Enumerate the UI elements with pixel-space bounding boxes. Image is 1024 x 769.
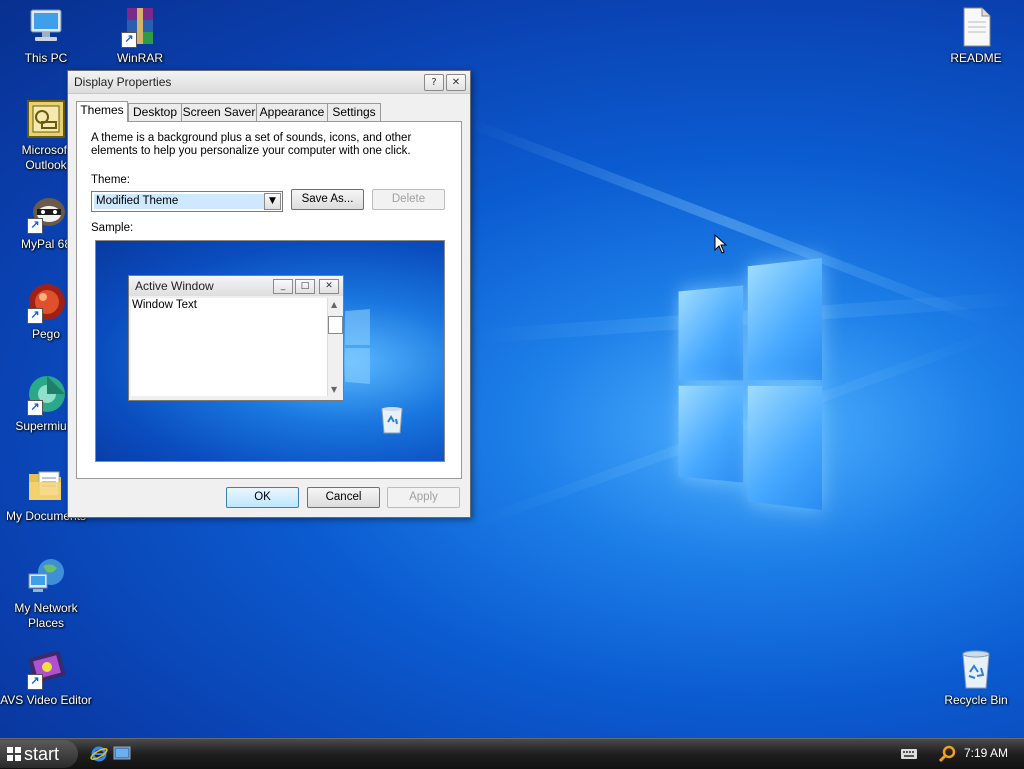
- icon-label: AVS Video Editor: [0, 693, 92, 707]
- recycle-bin-icon: [381, 407, 403, 434]
- delete-button[interactable]: Delete: [372, 189, 445, 210]
- computer-icon: [25, 6, 67, 48]
- save-as-button[interactable]: Save As...: [291, 189, 364, 210]
- ok-button[interactable]: OK: [226, 487, 299, 508]
- sample-active-window: Active Window _ □ ✕ Window Text ▲ ▼: [128, 275, 344, 401]
- minimize-icon: _: [273, 279, 293, 294]
- windows-logo-wallpaper: [678, 258, 822, 510]
- sample-window-text: Window Text: [132, 299, 197, 311]
- show-desktop-icon[interactable]: [113, 746, 131, 762]
- desktop-icon-avs-video-editor[interactable]: ↗ AVS Video Editor: [0, 648, 92, 708]
- close-icon: ✕: [319, 279, 339, 294]
- chevron-down-icon[interactable]: ▼: [264, 193, 281, 210]
- theme-dropdown[interactable]: Modified Theme ▼: [91, 191, 283, 212]
- outlook-icon: [25, 98, 67, 140]
- tab-screen-saver[interactable]: Screen Saver: [181, 103, 257, 121]
- themes-tab-panel: A theme is a background plus a set of so…: [76, 121, 462, 479]
- icon-label: Recycle Bin: [944, 693, 1008, 707]
- winrar-icon: ↗: [119, 6, 161, 48]
- theme-description: A theme is a background plus a set of so…: [91, 132, 412, 157]
- search-icon[interactable]: [938, 745, 956, 763]
- desktop-icon-readme[interactable]: README: [930, 6, 1022, 66]
- desktop-icon-recycle-bin[interactable]: Recycle Bin: [930, 648, 1022, 708]
- text-file-icon: [955, 6, 997, 48]
- supermium-icon: ↗: [25, 374, 67, 416]
- theme-dropdown-value: Modified Theme: [94, 194, 264, 209]
- desktop-icon-winrar[interactable]: ↗ WinRAR: [94, 6, 186, 66]
- desktop-icon-this-pc[interactable]: This PC: [0, 6, 92, 66]
- sample-scrollbar: ▲ ▼: [327, 298, 343, 396]
- tab-themes[interactable]: Themes: [76, 101, 128, 122]
- close-button[interactable]: ✕: [446, 74, 466, 91]
- desktop-icon-network-places[interactable]: My Network Places: [0, 556, 92, 631]
- help-button[interactable]: ?: [424, 74, 444, 91]
- tab-appearance[interactable]: Appearance: [256, 103, 328, 121]
- mouse-cursor-icon: [714, 234, 728, 254]
- dialog-titlebar[interactable]: Display Properties ? ✕: [68, 71, 470, 94]
- system-clock[interactable]: 7:19 AM: [964, 746, 1008, 760]
- video-editor-icon: ↗: [25, 648, 67, 690]
- start-label: start: [24, 744, 60, 764]
- tab-settings[interactable]: Settings: [327, 103, 381, 121]
- tab-desktop[interactable]: Desktop: [128, 103, 182, 121]
- folder-icon: [25, 464, 67, 506]
- mypal-icon: ↗: [25, 192, 67, 234]
- taskbar: start 7:19 AM: [0, 738, 1024, 769]
- icon-label: WinRAR: [116, 51, 163, 65]
- cancel-button[interactable]: Cancel: [307, 487, 380, 508]
- internet-explorer-icon[interactable]: [90, 745, 108, 763]
- display-properties-dialog: Display Properties ? ✕ Themes Desktop Sc…: [67, 70, 471, 518]
- sample-label: Sample:: [91, 222, 134, 234]
- apply-button[interactable]: Apply: [387, 487, 460, 508]
- sample-window-title: Active Window: [135, 279, 214, 293]
- icon-label: This PC: [24, 51, 68, 65]
- maximize-icon: □: [295, 279, 315, 294]
- theme-label: Theme:: [91, 174, 130, 186]
- windows-flag-icon: [7, 747, 21, 761]
- keyboard-icon[interactable]: [901, 748, 917, 760]
- theme-sample-preview: Active Window _ □ ✕ Window Text ▲ ▼: [95, 240, 445, 462]
- pego-icon: ↗: [25, 282, 67, 324]
- network-icon: [25, 556, 67, 598]
- icon-label: README: [950, 51, 1002, 65]
- start-button[interactable]: start: [0, 740, 78, 768]
- recycle-bin-icon: [955, 648, 997, 690]
- sample-window-body: Window Text: [131, 298, 327, 396]
- icon-label: My Network Places: [14, 601, 78, 630]
- dialog-title: Display Properties: [74, 75, 172, 89]
